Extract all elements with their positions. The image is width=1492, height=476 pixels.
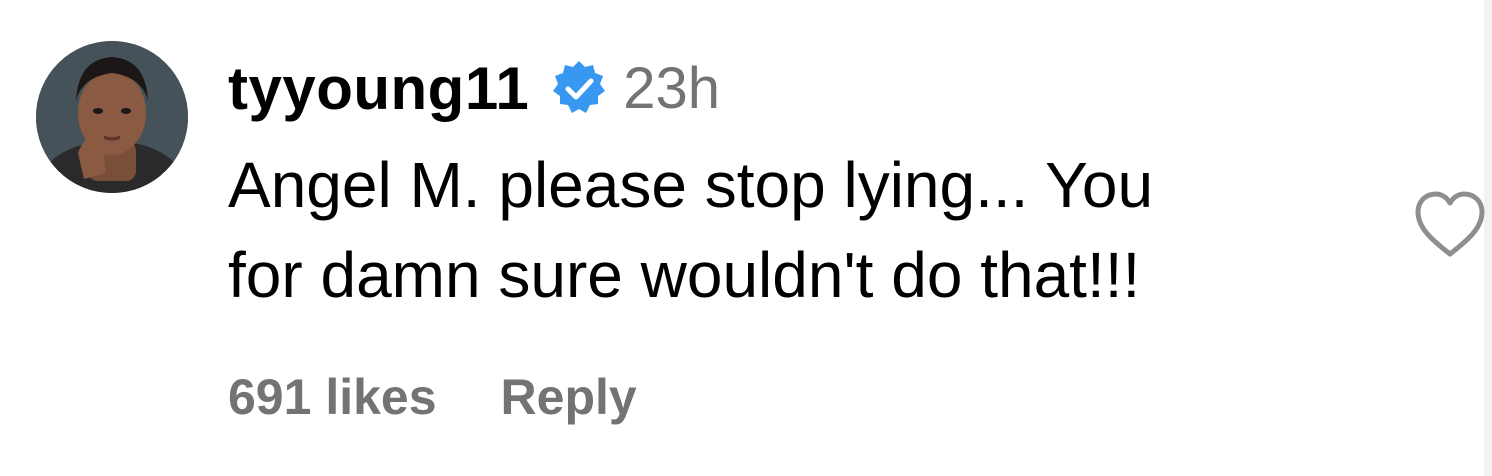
- comment-item: tyyoung11 23h Angel M. please stop lying…: [0, 0, 1492, 476]
- likes-count[interactable]: 691 likes: [228, 368, 437, 426]
- reply-button[interactable]: Reply: [501, 368, 637, 426]
- comment-actions: 691 likes Reply: [228, 362, 637, 432]
- timestamp: 23h: [623, 55, 721, 121]
- comment-header: tyyoung11 23h: [228, 48, 720, 128]
- username[interactable]: tyyoung11: [228, 54, 529, 123]
- profile-photo: [36, 41, 188, 193]
- heart-outline-icon[interactable]: [1412, 190, 1488, 262]
- verified-badge-icon: [549, 58, 609, 118]
- avatar[interactable]: [36, 41, 188, 193]
- comment-text: Angel M. please stop lying... You for da…: [228, 149, 1154, 311]
